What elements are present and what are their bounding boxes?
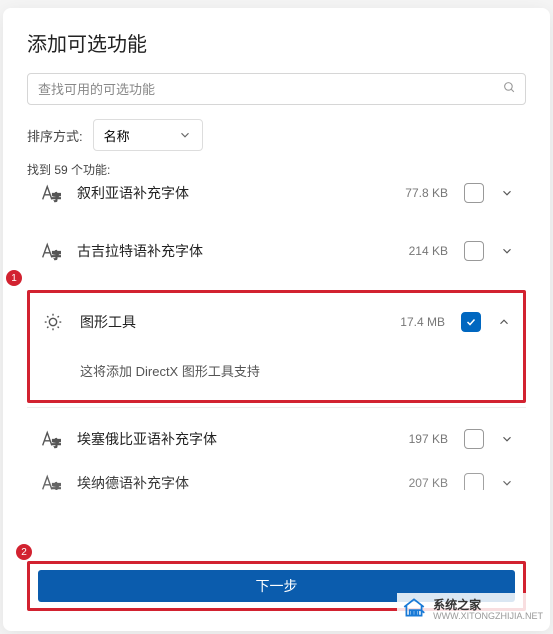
feature-item-selected[interactable]: 图形工具 17.4 MB [30, 293, 523, 351]
chevron-down-icon[interactable] [500, 432, 514, 446]
svg-text:字: 字 [52, 191, 61, 202]
feature-checkbox[interactable] [464, 241, 484, 261]
chevron-down-icon[interactable] [500, 476, 514, 490]
font-icon: 字 [39, 428, 61, 450]
dialog-title: 添加可选功能 [27, 28, 526, 57]
search-icon [503, 81, 516, 97]
search-input[interactable] [27, 73, 526, 105]
feature-item[interactable]: 字 埃塞俄比亚语补充字体 197 KB [27, 410, 526, 468]
feature-name: 埃塞俄比亚语补充字体 [77, 429, 382, 449]
annotation-badge-2: 2 [16, 544, 32, 560]
sort-value: 名称 [104, 126, 130, 145]
chevron-up-icon[interactable] [497, 315, 511, 329]
chevron-down-icon [178, 128, 192, 142]
highlight-box-1: 图形工具 17.4 MB 这将添加 DirectX 图形工具支持 [27, 290, 526, 403]
feature-checkbox[interactable] [464, 473, 484, 490]
feature-list: 字 叙利亚语补充字体 77.8 KB 字 古吉拉特语补充字体 214 KB 图形… [27, 182, 526, 539]
chevron-down-icon[interactable] [500, 186, 514, 200]
feature-item[interactable]: 字 叙利亚语补充字体 77.8 KB [27, 182, 526, 222]
house-icon [401, 595, 427, 626]
feature-checkbox-checked[interactable] [461, 312, 481, 332]
svg-text:字: 字 [52, 481, 61, 490]
add-features-dialog: 添加可选功能 排序方式: 名称 找到 59 个功能: 字 叙利亚语补充字体 77… [3, 8, 550, 631]
sort-row: 排序方式: 名称 [27, 119, 526, 151]
feature-size: 17.4 MB [395, 315, 445, 329]
annotation-badge-1: 1 [6, 270, 22, 286]
feature-size: 77.8 KB [398, 186, 448, 200]
feature-item-partial[interactable]: 字 埃纳德语补充字体 207 KB [27, 468, 526, 490]
feature-name: 图形工具 [80, 312, 379, 332]
watermark: 系统之家 WWW.XITONGZHIJIA.NET [397, 593, 547, 628]
feature-size: 207 KB [398, 476, 448, 490]
feature-name: 埃纳德语补充字体 [77, 473, 382, 490]
feature-size: 214 KB [398, 244, 448, 258]
feature-item[interactable]: 字 古吉拉特语补充字体 214 KB [27, 222, 526, 280]
svg-text:字: 字 [52, 249, 61, 260]
feature-name: 叙利亚语补充字体 [77, 183, 382, 203]
search-box [27, 73, 526, 105]
check-icon [465, 316, 477, 328]
results-count: 找到 59 个功能: [27, 161, 526, 178]
feature-description: 这将添加 DirectX 图形工具支持 [30, 351, 523, 400]
feature-checkbox[interactable] [464, 183, 484, 203]
sort-label: 排序方式: [27, 126, 83, 145]
feature-size: 197 KB [398, 432, 448, 446]
sort-select[interactable]: 名称 [93, 119, 203, 151]
feature-checkbox[interactable] [464, 429, 484, 449]
watermark-url: WWW.XITONGZHIJIA.NET [433, 612, 543, 621]
font-icon: 字 [39, 182, 61, 204]
feature-name: 古吉拉特语补充字体 [77, 241, 382, 261]
font-icon: 字 [39, 472, 61, 490]
font-icon: 字 [39, 240, 61, 262]
divider [27, 407, 526, 408]
svg-text:字: 字 [52, 437, 61, 448]
tool-icon [42, 311, 64, 333]
chevron-down-icon[interactable] [500, 244, 514, 258]
